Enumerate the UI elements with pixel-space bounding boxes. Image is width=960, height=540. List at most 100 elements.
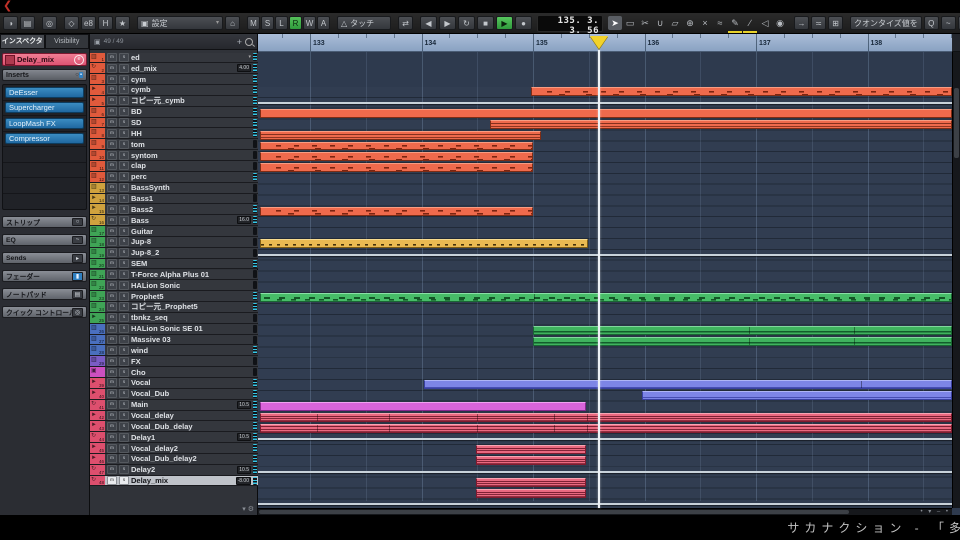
solo-button[interactable]: s xyxy=(119,313,129,323)
clip[interactable] xyxy=(490,119,952,129)
range-selection-tool[interactable]: ▭ xyxy=(623,16,637,30)
insert-plugin-name[interactable]: Compressor xyxy=(5,133,84,145)
track-row-T-Force Alpha Plus 01[interactable]: ▥ 21 m s T-Force Alpha Plus 01 xyxy=(90,269,258,281)
window-layout-icon[interactable]: ▤ xyxy=(20,16,35,30)
solo-button[interactable]: s xyxy=(119,74,129,84)
track-row-tom[interactable]: ▥ 9 m s tom xyxy=(90,139,258,151)
clip[interactable] xyxy=(260,401,586,411)
automation-r-button[interactable]: R xyxy=(289,16,302,30)
solo-button[interactable]: s xyxy=(119,107,129,117)
play-button[interactable]: ▶ xyxy=(496,16,513,30)
track-row-コピー元_cymb[interactable]: ► 5 m s コピー元_cymb xyxy=(90,95,258,107)
playhead-marker[interactable] xyxy=(589,36,608,49)
inserts-section-header[interactable]: Inserts ○ ▪ xyxy=(2,69,87,81)
solo-button[interactable]: s xyxy=(119,400,129,410)
color-tool[interactable]: ◉ xyxy=(773,16,787,30)
mute-button[interactable]: m xyxy=(107,259,117,269)
mute-button[interactable]: m xyxy=(107,410,117,420)
gear-icon[interactable]: ⚙ xyxy=(248,506,254,513)
track-row-Jup-8_2[interactable]: ▥ 19 m s Jup-8_2 xyxy=(90,247,258,259)
mute-button[interactable]: m xyxy=(107,63,117,73)
clip[interactable] xyxy=(424,380,952,390)
mute-button[interactable]: m xyxy=(107,291,117,301)
track-row-Bass[interactable]: ↻ 16 m s Bass 16.0 xyxy=(90,215,258,227)
mute-tool[interactable]: × xyxy=(698,16,712,30)
solo-button[interactable]: s xyxy=(119,237,129,247)
automation-panel-icon[interactable]: ◎ xyxy=(42,16,57,30)
track-row-Vocal_Dub_delay[interactable]: ► 43 m s Vocal_Dub_delay xyxy=(90,421,258,433)
solo-button[interactable]: s xyxy=(119,161,129,171)
inspector-section-jp[interactable]: クイック コントロール ◎ xyxy=(2,306,87,318)
scroll-down-icon[interactable]: ▾ xyxy=(242,506,246,513)
time-display[interactable]: 135. 3. 3. 56 0:03:52.497 xyxy=(537,14,603,42)
solo-button[interactable]: s xyxy=(119,378,129,388)
insert-plugin-name[interactable]: DeEsser xyxy=(5,86,84,98)
mute-button[interactable]: m xyxy=(107,465,117,475)
quantize-apply-button[interactable]: Q xyxy=(923,16,939,30)
clip[interactable] xyxy=(260,163,533,173)
solo-button[interactable]: s xyxy=(119,367,129,377)
solo-button[interactable]: s xyxy=(119,421,129,431)
track-row-Delay2[interactable]: ↻ 47 m s Delay2 10.5 xyxy=(90,464,258,476)
clip[interactable] xyxy=(260,239,588,249)
track-row-Vocal_delay[interactable]: ► 42 m s Vocal_delay xyxy=(90,410,258,422)
track-row-SEM[interactable]: ▥ 20 m s SEM xyxy=(90,258,258,270)
mute-button[interactable]: m xyxy=(107,204,117,214)
horizontal-scrollbar[interactable]: • ▾ – • xyxy=(258,508,952,515)
clip[interactable] xyxy=(260,412,952,422)
track-row-Bass1[interactable]: ► 14 m s Bass1 xyxy=(90,193,258,205)
track-row-Jup-8[interactable]: ▥ 18 m s Jup-8 xyxy=(90,236,258,248)
glue-tool[interactable]: ∪ xyxy=(653,16,667,30)
solo-button[interactable]: s xyxy=(119,150,129,160)
snap-icon[interactable]: ≍ xyxy=(811,16,826,30)
erase-tool[interactable]: ▱ xyxy=(668,16,682,30)
automation-w-button[interactable]: W xyxy=(303,16,316,30)
inspector-section-jp[interactable]: Sends ▸ xyxy=(2,252,87,264)
insert-slot[interactable]: LoopMash FX xyxy=(3,116,86,132)
track-row-Delay_mix[interactable]: ↻ 48 m s Delay_mix -8.00 xyxy=(90,475,258,487)
mute-button[interactable]: m xyxy=(107,172,117,182)
inspector-section-jp[interactable]: ノートパッド ▤ xyxy=(2,288,87,300)
track-row-HH[interactable]: ▥ 8 m s HH xyxy=(90,128,258,140)
insert-slot-empty[interactable] xyxy=(3,178,86,194)
mute-button[interactable]: m xyxy=(107,313,117,323)
track-row-Massive 03[interactable]: ▥ 27 m s Massive 03 xyxy=(90,334,258,346)
mute-button[interactable]: m xyxy=(107,269,117,279)
solo-button[interactable]: s xyxy=(119,291,129,301)
inspector-section-eq[interactable]: EQ ~ xyxy=(2,234,87,246)
snap-type-icon[interactable]: ⊞ xyxy=(828,16,843,30)
clip[interactable] xyxy=(476,456,586,466)
solo-button[interactable]: s xyxy=(119,356,129,366)
mute-button[interactable]: m xyxy=(107,183,117,193)
track-row-Vocal_Dub_delay2[interactable]: ► 46 m s Vocal_Dub_delay2 xyxy=(90,453,258,465)
nudge-icon[interactable]: ⇄ xyxy=(398,16,413,30)
solo-button[interactable]: s xyxy=(119,172,129,182)
vertical-scroll-handle[interactable] xyxy=(954,88,959,158)
cycle-button[interactable]: ↻ xyxy=(458,16,475,30)
solo-button[interactable]: s xyxy=(119,226,129,236)
home-icon[interactable]: ⌂ xyxy=(225,16,240,30)
mute-button[interactable]: m xyxy=(107,476,117,486)
track-row-cym[interactable]: ▥ 3 m s cym xyxy=(90,74,258,86)
track-row-Vocal_Dub[interactable]: ► 40 m s Vocal_Dub xyxy=(90,388,258,400)
marker-icon[interactable]: H xyxy=(98,16,113,30)
zoom-controls[interactable]: • ▾ – • xyxy=(920,508,950,515)
clip[interactable] xyxy=(642,391,952,401)
mute-button[interactable]: m xyxy=(107,150,117,160)
mute-button[interactable]: m xyxy=(107,161,117,171)
mute-button[interactable]: m xyxy=(107,454,117,464)
draw-tool[interactable]: ✎ xyxy=(728,16,742,33)
track-row-syntom[interactable]: ▥ 10 m s syntom xyxy=(90,150,258,161)
track-row-ed[interactable]: ▥ 1 m s ed ▾ xyxy=(90,52,258,64)
solo-button[interactable]: s xyxy=(119,128,129,138)
autoscroll-icon[interactable]: → xyxy=(794,16,809,30)
insert-slot-empty[interactable] xyxy=(3,147,86,163)
mute-button[interactable]: m xyxy=(107,107,117,117)
track-row-Guitar[interactable]: ▥ 17 m s Guitar xyxy=(90,226,258,237)
mute-button[interactable]: m xyxy=(107,400,117,410)
split-tool[interactable]: ✂ xyxy=(638,16,652,30)
solo-button[interactable]: s xyxy=(119,432,129,442)
mute-button[interactable]: m xyxy=(107,367,117,377)
solo-button[interactable]: s xyxy=(119,389,129,399)
track-row-tbnkz_seq[interactable]: ► 25 m s tbnkz_seq xyxy=(90,312,258,324)
